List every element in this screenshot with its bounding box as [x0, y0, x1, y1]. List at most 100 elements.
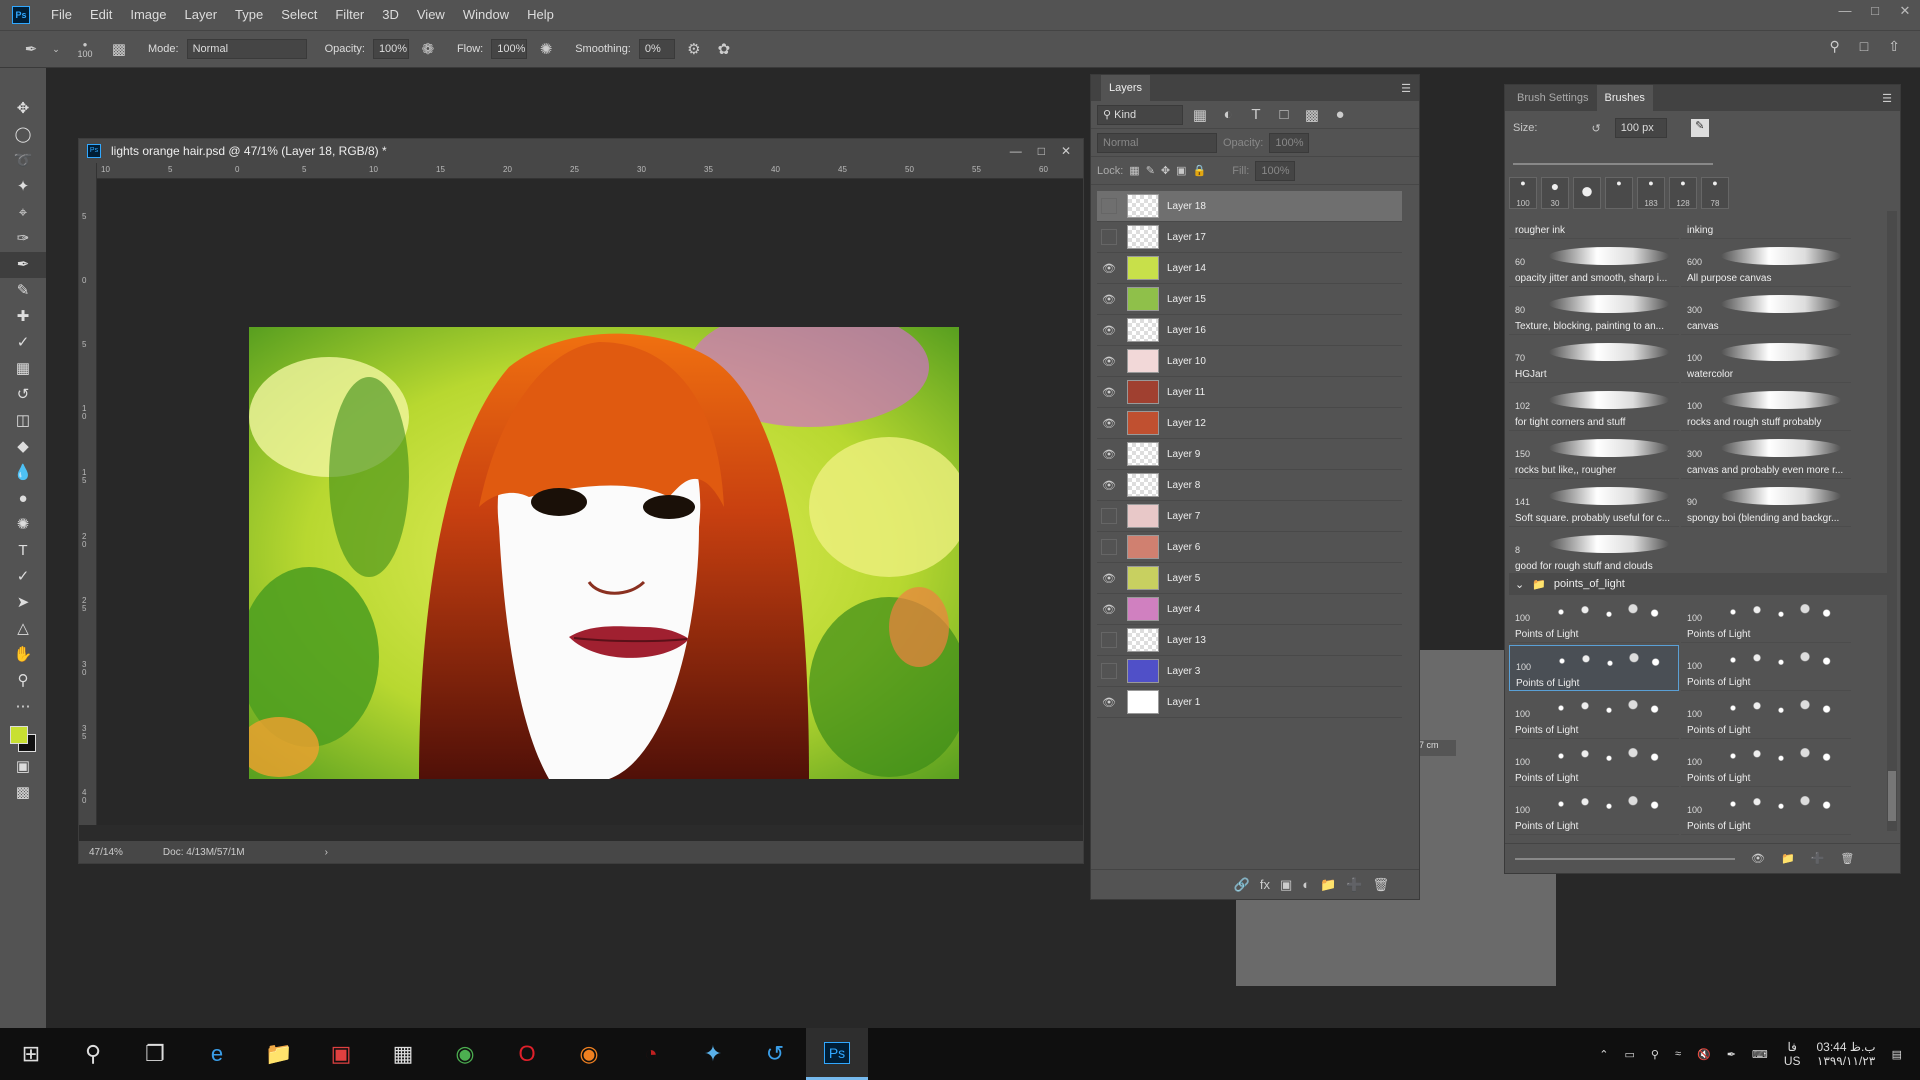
document-title-bar[interactable]: Ps lights orange hair.psd @ 47/1% (Layer… — [79, 139, 1083, 163]
panel-menu-icon[interactable]: ☰ — [1401, 82, 1419, 95]
brush-preset[interactable]: 100 Points of Light — [1681, 597, 1851, 643]
eye-icon[interactable]: 👁 — [1097, 417, 1121, 430]
workspace-icon[interactable]: □ — [1860, 38, 1868, 55]
chevron-down-icon[interactable]: ⌄ — [50, 44, 62, 55]
marquee-tool-icon[interactable]: ◯ — [0, 122, 46, 148]
fill-field[interactable]: 100% — [1255, 160, 1296, 181]
eye-icon[interactable]: 👁 — [1097, 324, 1121, 337]
canvas-area[interactable] — [97, 179, 1083, 825]
dodge-tool-icon[interactable]: ● — [0, 486, 46, 512]
scrollbar-thumb[interactable] — [1888, 771, 1896, 821]
brush-preset[interactable]: 80 Texture, blocking, painting to an... — [1509, 289, 1679, 335]
recent-brush[interactable]: ● 100 — [1509, 177, 1537, 209]
layer-row[interactable]: 👁 Layer 11 — [1097, 377, 1402, 408]
zoom-level[interactable]: 47/14% — [89, 847, 123, 858]
recent-brush[interactable]: ● 78 — [1701, 177, 1729, 209]
brush-preset[interactable]: 100 Points of Light — [1681, 789, 1851, 835]
type-tool-icon[interactable]: T — [0, 538, 46, 564]
app-red-icon[interactable]: ▣ — [310, 1028, 372, 1080]
crop-tool-icon[interactable]: ⌖ — [0, 200, 46, 226]
history-brush-icon[interactable]: ↺ — [0, 382, 46, 408]
edge-icon[interactable]: e — [186, 1028, 248, 1080]
search-icon[interactable]: ⚲ — [1830, 38, 1840, 55]
fx-icon[interactable]: fx — [1260, 877, 1270, 892]
adjustment-layer-icon[interactable]: ◐ — [1302, 877, 1310, 892]
healing-tool-icon[interactable]: ✚ — [0, 304, 46, 330]
layer-row[interactable]: Layer 3 — [1097, 656, 1402, 687]
eye-icon[interactable]: 👁 — [1097, 355, 1121, 368]
delete-layer-icon[interactable]: 🗑 — [1372, 877, 1389, 893]
layer-opacity-field[interactable]: 100% — [1269, 132, 1310, 153]
layer-row[interactable]: 👁 Layer 15 — [1097, 284, 1402, 315]
search-icon[interactable]: ⚲ — [62, 1028, 124, 1080]
brush-preset[interactable]: 90 spongy boi (blending and backgr... — [1681, 481, 1851, 527]
layer-row[interactable]: 👁 Layer 14 — [1097, 253, 1402, 284]
eraser-tool-icon[interactable]: ◫ — [0, 408, 46, 434]
magic-wand-icon[interactable]: ✦ — [0, 174, 46, 200]
opera-icon[interactable]: O — [496, 1028, 558, 1080]
brush-preset[interactable]: 300 canvas — [1681, 289, 1851, 335]
layer-row[interactable]: 👁 Layer 16 — [1097, 315, 1402, 346]
app-sync-icon[interactable]: ↺ — [744, 1028, 806, 1080]
pen-tool-icon[interactable]: ✓ — [0, 564, 46, 590]
artwork-image[interactable] — [249, 327, 959, 779]
menu-window[interactable]: Window — [454, 0, 518, 30]
brush-preset-picker[interactable]: ● 100 — [70, 40, 100, 59]
brush-preset[interactable]: 141 Soft square. probably useful for c... — [1509, 481, 1679, 527]
brush-preset[interactable]: 102 for tight corners and stuff — [1509, 385, 1679, 431]
windows-start-icon[interactable]: ⊞ — [0, 1028, 62, 1080]
brush-size-field[interactable]: 100 px — [1614, 118, 1667, 138]
lock-artboard-icon[interactable]: ▣ — [1176, 164, 1186, 177]
pressure-opacity-icon[interactable]: ❁ — [417, 40, 439, 58]
maximize-icon[interactable]: □ — [1860, 0, 1890, 22]
volume-muted-icon[interactable]: 🔇 — [1697, 1048, 1711, 1061]
link-layers-icon[interactable]: 🔗 — [1234, 877, 1250, 893]
layer-row[interactable]: 👁 Layer 4 — [1097, 594, 1402, 625]
app-dark-red-icon[interactable]: ◔ — [620, 1028, 682, 1080]
tray-chevron-up-icon[interactable]: ⌃ — [1599, 1048, 1608, 1061]
lock-pixels-icon[interactable]: ✎ — [1146, 164, 1155, 177]
eye-icon[interactable]: 👁 — [1097, 386, 1121, 399]
menu-help[interactable]: Help — [518, 0, 563, 30]
brush-preset[interactable]: 60 opacity jitter and smooth, sharp i... — [1509, 241, 1679, 287]
filter-smart-object-icon[interactable]: ▩ — [1301, 106, 1323, 124]
task-view-icon[interactable]: ❐ — [124, 1028, 186, 1080]
brush-group-header[interactable]: ⌄ 📁 points_of_light — [1509, 573, 1887, 595]
filter-pixel-icon[interactable]: ▦ — [1189, 106, 1211, 124]
menu-image[interactable]: Image — [121, 0, 175, 30]
hand-tool-icon[interactable]: ✋ — [0, 642, 46, 668]
recent-brush[interactable]: ● 30 — [1541, 177, 1569, 209]
reset-size-icon[interactable]: ↺ — [1591, 122, 1600, 135]
brush-preset[interactable]: 600 All purpose canvas — [1681, 241, 1851, 287]
layer-row[interactable]: Layer 17 — [1097, 222, 1402, 253]
brush-preset[interactable]: 100 Points of Light — [1681, 693, 1851, 739]
doc-minimize-icon[interactable]: — — [1010, 144, 1022, 158]
foreground-color-swatch[interactable] — [10, 726, 28, 744]
brush-tool-icon[interactable]: ✒ — [0, 252, 46, 278]
mixer-brush-icon[interactable]: ✓ — [0, 330, 46, 356]
brush-preset[interactable]: 300 canvas and probably even more r... — [1681, 433, 1851, 479]
menu-3d[interactable]: 3D — [373, 0, 408, 30]
new-layer-icon[interactable]: ➕ — [1346, 877, 1362, 893]
brush-panel-toggle-icon[interactable]: ▩ — [108, 40, 130, 58]
notifications-icon[interactable]: ▤ — [1892, 1048, 1902, 1061]
doc-close-icon[interactable]: ✕ — [1061, 144, 1071, 158]
panel-menu-icon[interactable]: ☰ — [1882, 92, 1900, 105]
minimize-icon[interactable]: — — [1830, 0, 1860, 22]
firefox-icon[interactable]: ◉ — [558, 1028, 620, 1080]
recent-brush[interactable]: ● 128 — [1669, 177, 1697, 209]
visibility-toggle[interactable] — [1101, 539, 1117, 555]
new-brush-icon[interactable]: ✎ — [1690, 119, 1709, 137]
blur-tool-icon[interactable]: 💧 — [0, 460, 46, 486]
layer-row[interactable]: 👁 Layer 8 — [1097, 470, 1402, 501]
keyboard-icon[interactable]: ⌨ — [1752, 1048, 1768, 1061]
visibility-toggle[interactable] — [1101, 198, 1117, 214]
share-icon[interactable]: ⇧ — [1888, 38, 1900, 55]
filter-adjustment-icon[interactable]: ◐ — [1217, 106, 1239, 123]
brush-list-scrollbar[interactable] — [1887, 211, 1897, 831]
layer-row[interactable]: Layer 7 — [1097, 501, 1402, 532]
zoom-tool-icon[interactable]: ⚲ — [0, 668, 46, 694]
network-icon[interactable]: ⚲ — [1651, 1048, 1659, 1061]
opacity-field[interactable]: 100% — [372, 39, 409, 59]
tab-layers[interactable]: Layers — [1101, 75, 1151, 101]
